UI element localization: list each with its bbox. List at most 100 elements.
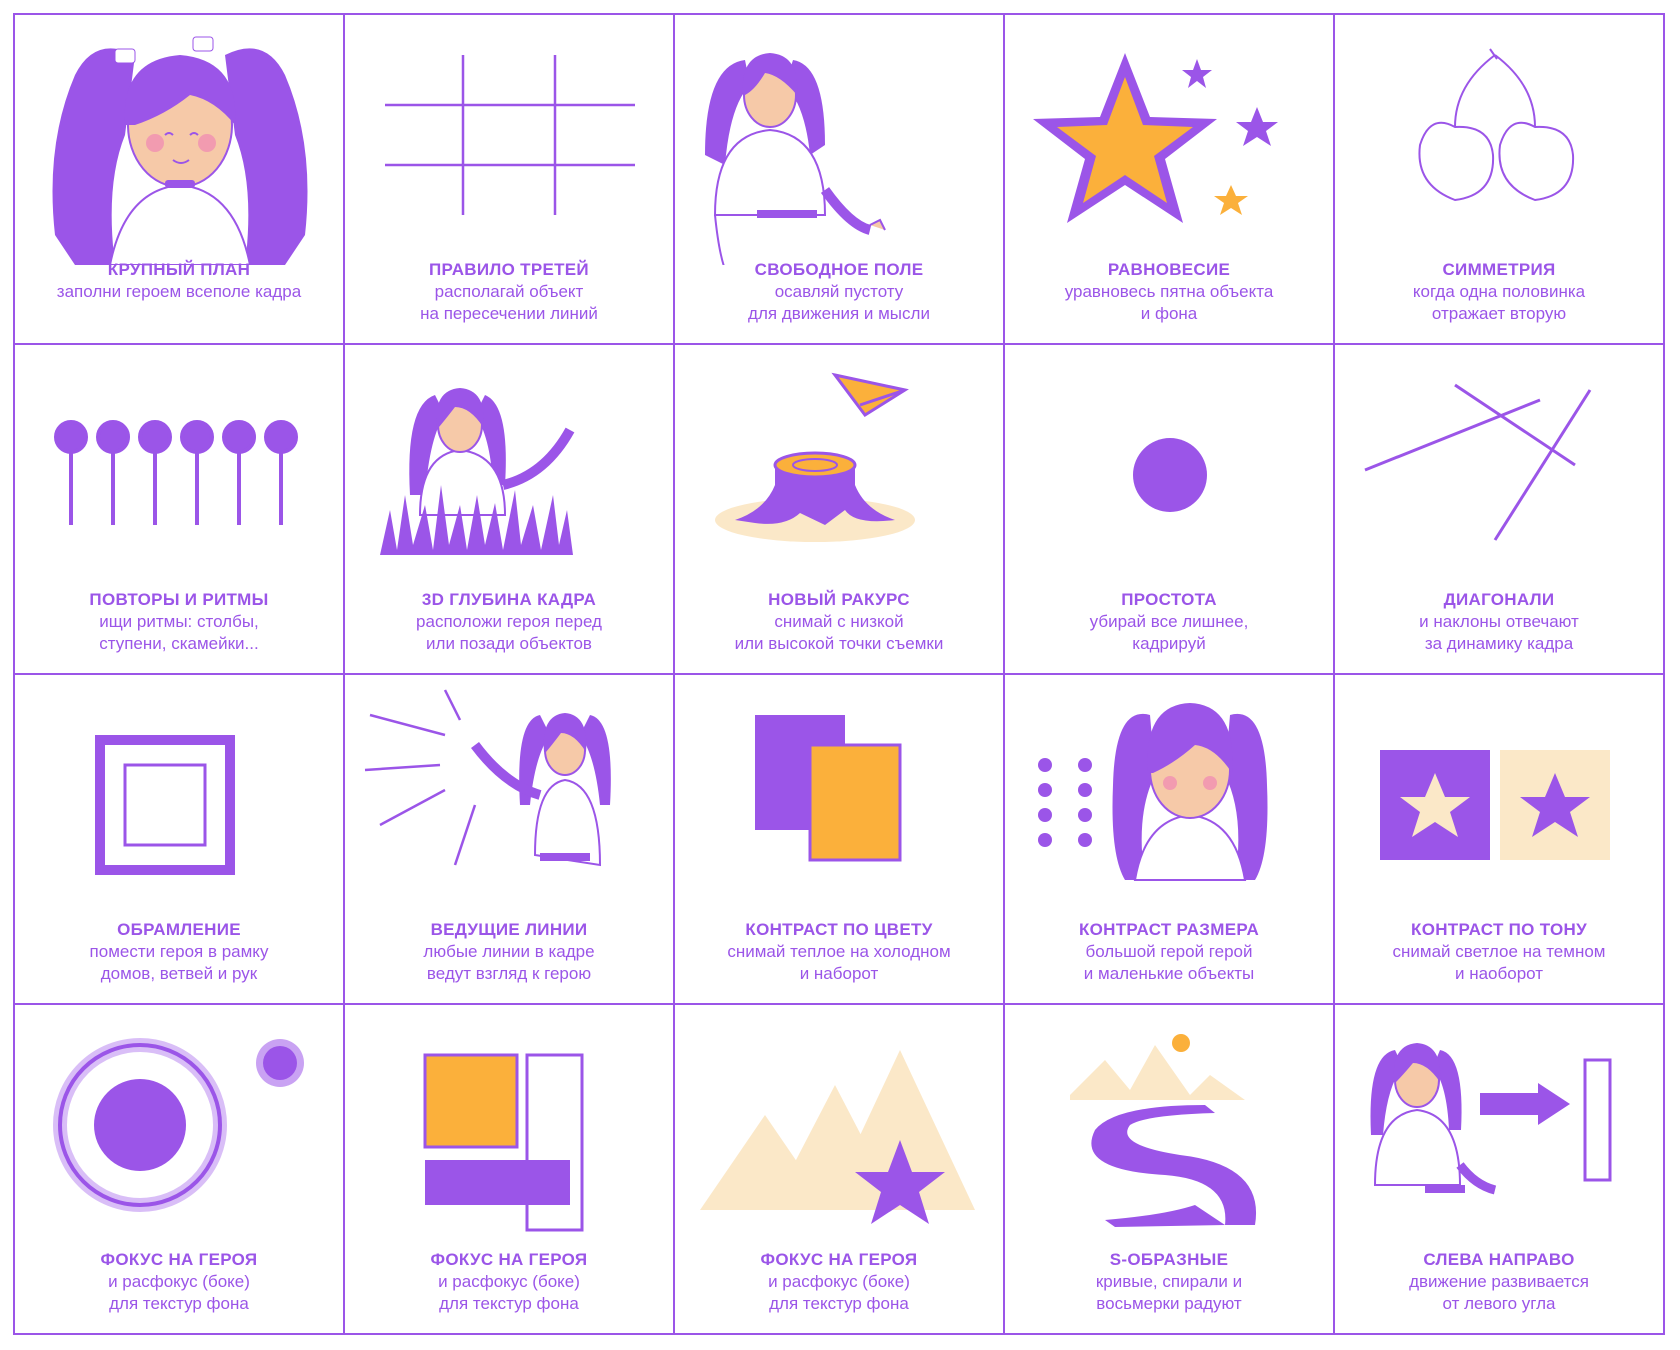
- mountains-star-icon: [700, 1050, 975, 1224]
- card-caption: КОНТРАСТ РАЗМЕРА большой герой герой и м…: [1005, 919, 1333, 985]
- card-line2: или позади объектов: [426, 634, 592, 653]
- card-caption: ФОКУС НА ГЕРОЯ и расфокус (боке) для тек…: [15, 1249, 343, 1315]
- card-title: S-ОБРАЗНЫЕ: [1109, 1250, 1229, 1269]
- card-line1: движение развивается: [1409, 1272, 1589, 1291]
- card-line2: отражает вторую: [1431, 304, 1567, 323]
- card-line1: снимай теплое на холодном: [727, 942, 951, 961]
- lollipops-icon: [54, 420, 298, 525]
- card-line2: для движения и мысли: [748, 304, 930, 323]
- card-line2: домов, ветвей и рук: [100, 964, 258, 983]
- card-new-angle: НОВЫЙ РАКУРС снимай с низкой или высокой…: [673, 343, 1005, 675]
- card-title: ПРОСТОТА: [1121, 590, 1217, 609]
- card-line2: для текстур фона: [109, 1294, 249, 1313]
- card-caption: ПРАВИЛО ТРЕТЕЙ располагай объект на пере…: [345, 259, 673, 325]
- card-line2: восьмерки радуют: [1096, 1294, 1242, 1313]
- card-line2: на пересечении линий: [420, 304, 598, 323]
- card-line1: уравновесь пятна объекта: [1064, 282, 1274, 301]
- card-line2: для текстур фона: [769, 1294, 909, 1313]
- card-focus-blocks: ФОКУС НА ГЕРОЯ и расфокус (боке) для тек…: [343, 1003, 675, 1335]
- card-caption: S-ОБРАЗНЫЕ кривые, спирали и восьмерки р…: [1005, 1249, 1333, 1315]
- card-line2: за динамику кадра: [1424, 634, 1574, 653]
- card-caption: ФОКУС НА ГЕРОЯ и расфокус (боке) для тек…: [675, 1249, 1003, 1315]
- card-title: КОНТРАСТ РАЗМЕРА: [1078, 920, 1260, 939]
- card-caption: ПРОСТОТА убирай все лишнее, кадрируй: [1005, 589, 1333, 655]
- card-title: НОВЫЙ РАКУРС: [768, 590, 910, 609]
- card-line1: расположи героя перед: [416, 612, 602, 631]
- card-title: КРУПНЫЙ ПЛАН: [107, 260, 251, 279]
- card-line1: когда одна половинка: [1412, 282, 1586, 301]
- tone-contrast-icon: [1380, 750, 1610, 860]
- s-road-icon: [1070, 1034, 1257, 1227]
- card-title: ПОВТОРЫ И РИТМЫ: [89, 590, 269, 609]
- card-caption: ВЕДУЩИЕ ЛИНИИ любые линии в кадре ведут …: [345, 919, 673, 985]
- card-depth: 3D ГЛУБИНА КАДРА расположи героя перед и…: [343, 343, 675, 675]
- card-title: СИММЕТРИЯ: [1442, 260, 1556, 279]
- card-line1: и наклоны отвечают: [1419, 612, 1579, 631]
- card-line2: и наборот: [799, 964, 879, 983]
- card-line1: заполни героем всеполе кадра: [56, 282, 302, 301]
- card-line2: ступени, скамейки...: [99, 634, 259, 653]
- card-title: РАВНОВЕСИЕ: [1107, 260, 1231, 279]
- card-caption: РАВНОВЕСИЕ уравновесь пятна объекта и фо…: [1005, 259, 1333, 325]
- card-close-up: КРУПНЫЙ ПЛАН заполни героем всеполе кадр…: [13, 13, 345, 345]
- card-line1: помести героя в рамку: [89, 942, 269, 961]
- card-caption: КОНТРАСТ ПО ТОНУ снимай светлое на темно…: [1335, 919, 1663, 985]
- card-caption: СИММЕТРИЯ когда одна половинка отражает …: [1335, 259, 1663, 325]
- card-caption: ФОКУС НА ГЕРОЯ и расфокус (боке) для тек…: [345, 1249, 673, 1315]
- card-line2: ведут взгляд к герою: [426, 964, 592, 983]
- cherry-icon: [1418, 48, 1575, 202]
- color-contrast-icon: [755, 715, 902, 862]
- card-title: КОНТРАСТ ПО ТОНУ: [1411, 920, 1587, 939]
- card-tone-contrast: КОНТРАСТ ПО ТОНУ снимай светлое на темно…: [1333, 673, 1665, 1005]
- card-title: СВОБОДНОЕ ПОЛЕ: [754, 260, 924, 279]
- card-caption: ПОВТОРЫ И РИТМЫ ищи ритмы: столбы, ступе…: [15, 589, 343, 655]
- card-caption: КОНТРАСТ ПО ЦВЕТУ снимай теплое на холод…: [675, 919, 1003, 985]
- card-caption: СЛЕВА НАПРАВО движение развивается от ле…: [1335, 1249, 1663, 1315]
- card-title: ДИАГОНАЛИ: [1443, 590, 1555, 609]
- grid-lines-icon: [385, 55, 635, 215]
- card-caption: ДИАГОНАЛИ и наклоны отвечают за динамику…: [1335, 589, 1663, 655]
- card-leading-lines: ВЕДУЩИЕ ЛИНИИ любые линии в кадре ведут …: [343, 673, 675, 1005]
- card-caption: 3D ГЛУБИНА КАДРА расположи героя перед и…: [345, 589, 673, 655]
- card-title: ПРАВИЛО ТРЕТЕЙ: [429, 260, 589, 279]
- card-line1: и расфокус (боке): [438, 1272, 580, 1291]
- card-title: ФОКУС НА ГЕРОЯ: [760, 1250, 918, 1269]
- card-title: ФОКУС НА ГЕРОЯ: [100, 1250, 258, 1269]
- card-line2: кадрируй: [1132, 634, 1206, 653]
- card-line2: для текстур фона: [439, 1294, 579, 1313]
- card-line1: располагай объект: [434, 282, 584, 301]
- card-line1: кривые, спирали и: [1095, 1272, 1243, 1291]
- card-line1: ищи ритмы: столбы,: [99, 612, 259, 631]
- card-repeats: ПОВТОРЫ И РИТМЫ ищи ритмы: столбы, ступе…: [13, 343, 345, 675]
- bokeh-icon: [53, 1038, 304, 1212]
- card-title: 3D ГЛУБИНА КАДРА: [421, 590, 597, 609]
- size-contrast-icon: [1038, 703, 1268, 881]
- card-line1: и расфокус (боке): [768, 1272, 910, 1291]
- girl-arrow-icon: [1370, 1043, 1612, 1195]
- card-line2: от левого угла: [1442, 1294, 1556, 1313]
- diagonal-lines-icon: [1364, 383, 1592, 541]
- stump-plane-icon: [715, 372, 915, 542]
- card-left-to-right: СЛЕВА НАПРАВО движение развивается от ле…: [1333, 1003, 1665, 1335]
- card-color-contrast: КОНТРАСТ ПО ЦВЕТУ снимай теплое на холод…: [673, 673, 1005, 1005]
- card-caption: ОБРАМЛЕНИЕ помести героя в рамку домов, …: [15, 919, 343, 985]
- card-symmetry: СИММЕТРИЯ когда одна половинка отражает …: [1333, 13, 1665, 345]
- card-title: СЛЕВА НАПРАВО: [1423, 1250, 1575, 1269]
- card-line1: осавляй пустоту: [774, 282, 904, 301]
- card-line1: снимай светлое на темном: [1392, 942, 1606, 961]
- card-title: ОБРАМЛЕНИЕ: [117, 920, 241, 939]
- girl-in-grass-icon: [380, 388, 575, 555]
- card-free-space: СВОБОДНОЕ ПОЛЕ осавляй пустоту для движе…: [673, 13, 1005, 345]
- card-line1: и расфокус (боке): [108, 1272, 250, 1291]
- card-rule-of-thirds: ПРАВИЛО ТРЕТЕЙ располагай объект на пере…: [343, 13, 675, 345]
- blocks-icon: [423, 1053, 584, 1232]
- close-up-girl-icon: [52, 36, 308, 265]
- frame-icon: [95, 735, 235, 875]
- card-title: ВЕДУЩИЕ ЛИНИИ: [430, 920, 588, 939]
- card-s-curves: S-ОБРАЗНЫЕ кривые, спирали и восьмерки р…: [1003, 1003, 1335, 1335]
- girl-pointing-icon: [705, 53, 886, 265]
- card-caption: НОВЫЙ РАКУРС снимай с низкой или высокой…: [675, 589, 1003, 655]
- card-line1: снимай с низкой: [774, 612, 904, 631]
- card-focus-mountains: ФОКУС НА ГЕРОЯ и расфокус (боке) для тек…: [673, 1003, 1005, 1335]
- card-line1: любые линии в кадре: [423, 942, 595, 961]
